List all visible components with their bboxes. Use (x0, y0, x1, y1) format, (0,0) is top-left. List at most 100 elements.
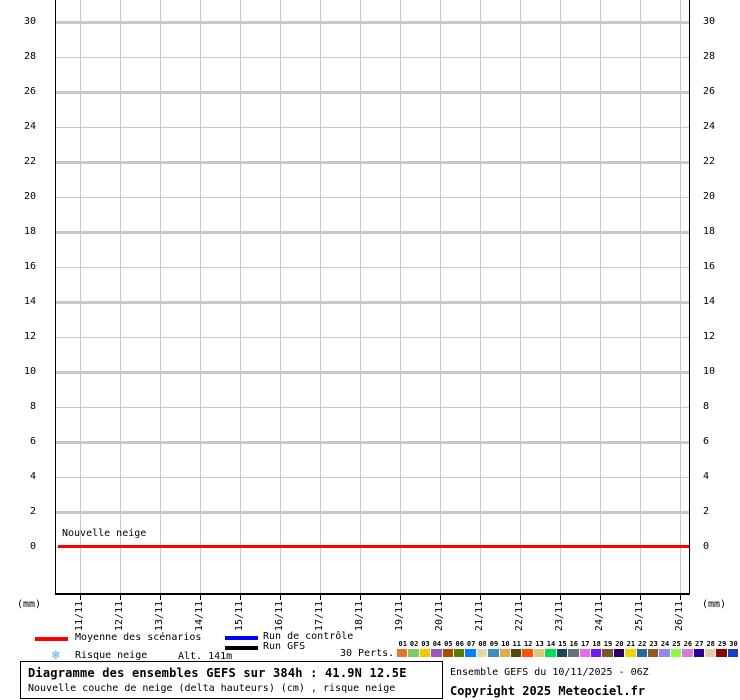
mean-scenario-line (58, 545, 689, 548)
copyright-label: Copyright 2025 Meteociel.fr (450, 684, 645, 698)
member-number: 08 (477, 640, 488, 648)
member-swatch (602, 649, 612, 657)
member-swatch (431, 649, 441, 657)
y-axis-label: 0 (703, 540, 740, 553)
member-number: 10 (500, 640, 511, 648)
member-item: 21 (625, 640, 636, 657)
member-number: 12 (522, 640, 533, 648)
member-swatch (443, 649, 453, 657)
y-gridline (56, 337, 689, 338)
y-axis-label: 26 (0, 85, 36, 98)
member-swatch (625, 649, 635, 657)
y-axis-unit-left: (mm) (17, 599, 41, 610)
member-swatch (580, 649, 590, 657)
member-item: 08 (477, 640, 488, 657)
member-swatch (659, 649, 669, 657)
member-swatch (648, 649, 658, 657)
x-gridline (480, 0, 481, 593)
member-swatch (454, 649, 464, 657)
mean-line-label: Moyenne des scénarios (75, 632, 201, 643)
x-axis-label: 14/11 (193, 598, 207, 634)
x-axis-label: 22/11 (513, 598, 527, 634)
member-swatch (545, 649, 555, 657)
y-axis-label: 30 (0, 15, 36, 28)
y-gridline (56, 91, 689, 94)
snow-annotation: Nouvelle neige (62, 528, 146, 539)
chart-subtitle: Nouvelle couche de neige (delta hauteurs… (28, 681, 442, 696)
member-swatch (420, 649, 430, 657)
member-number: 06 (454, 640, 465, 648)
member-number: 24 (659, 640, 670, 648)
x-axis-label: 23/11 (553, 598, 567, 634)
x-gridline (560, 0, 561, 593)
member-swatch (557, 649, 567, 657)
member-number: 21 (625, 640, 636, 648)
x-axis-label: 26/11 (673, 598, 687, 634)
y-gridline (56, 21, 689, 24)
member-number: 30 (728, 640, 739, 648)
gfs-run-swatch (225, 646, 258, 650)
y-axis-label: 20 (703, 190, 740, 203)
x-axis-label: 21/11 (473, 598, 487, 634)
member-swatch (591, 649, 601, 657)
x-axis-label: 18/11 (353, 598, 367, 634)
member-item: 13 (534, 640, 545, 657)
y-axis-label: 14 (703, 295, 740, 308)
y-gridline (56, 197, 689, 198)
member-number: 28 (705, 640, 716, 648)
x-gridline (360, 0, 361, 593)
member-swatch (397, 649, 407, 657)
x-axis-label: 20/11 (433, 598, 447, 634)
run-info-label: Ensemble GEFS du 10/11/2025 - 06Z (450, 667, 649, 678)
member-item: 05 (443, 640, 454, 657)
member-number: 01 (397, 640, 408, 648)
y-axis-label: 14 (0, 295, 36, 308)
member-item: 04 (431, 640, 442, 657)
x-gridline (400, 0, 401, 593)
member-item: 20 (614, 640, 625, 657)
x-axis-label: 11/11 (73, 598, 87, 634)
y-gridline (56, 57, 689, 58)
y-axis-label: 20 (0, 190, 36, 203)
member-item: 02 (408, 640, 419, 657)
y-axis-label: 18 (0, 225, 36, 238)
member-item: 23 (648, 640, 659, 657)
member-item: 16 (568, 640, 579, 657)
member-number: 03 (420, 640, 431, 648)
member-item: 09 (488, 640, 499, 657)
member-number: 29 (716, 640, 727, 648)
member-number: 11 (511, 640, 522, 648)
member-swatch (705, 649, 715, 657)
x-axis-label: 19/11 (393, 598, 407, 634)
x-gridline (200, 0, 201, 593)
member-swatch (408, 649, 418, 657)
control-run-swatch (225, 636, 258, 640)
y-axis-label: 4 (703, 470, 740, 483)
member-number: 23 (648, 640, 659, 648)
member-swatch (682, 649, 692, 657)
member-swatch (671, 649, 681, 657)
x-gridline (640, 0, 641, 593)
member-item: 15 (557, 640, 568, 657)
y-axis-label: 8 (0, 400, 36, 413)
member-swatch (477, 649, 487, 657)
y-gridline (56, 371, 689, 374)
member-number: 22 (637, 640, 648, 648)
y-axis-label: 28 (703, 50, 740, 63)
member-swatch (488, 649, 498, 657)
x-gridline (320, 0, 321, 593)
y-axis-label: 28 (0, 50, 36, 63)
y-axis-label: 12 (0, 330, 36, 343)
plot-area: Nouvelle neige (55, 0, 690, 595)
member-item: 17 (580, 640, 591, 657)
y-gridline (56, 407, 689, 408)
member-number: 18 (591, 640, 602, 648)
member-swatch (465, 649, 475, 657)
chart-title: Diagramme des ensembles GEFS sur 384h : … (28, 665, 442, 681)
x-gridline (680, 0, 681, 593)
member-number: 04 (431, 640, 442, 648)
x-axis-label: 15/11 (233, 598, 247, 634)
y-axis-label: 22 (0, 155, 36, 168)
x-gridline (160, 0, 161, 593)
y-gridline (56, 231, 689, 234)
